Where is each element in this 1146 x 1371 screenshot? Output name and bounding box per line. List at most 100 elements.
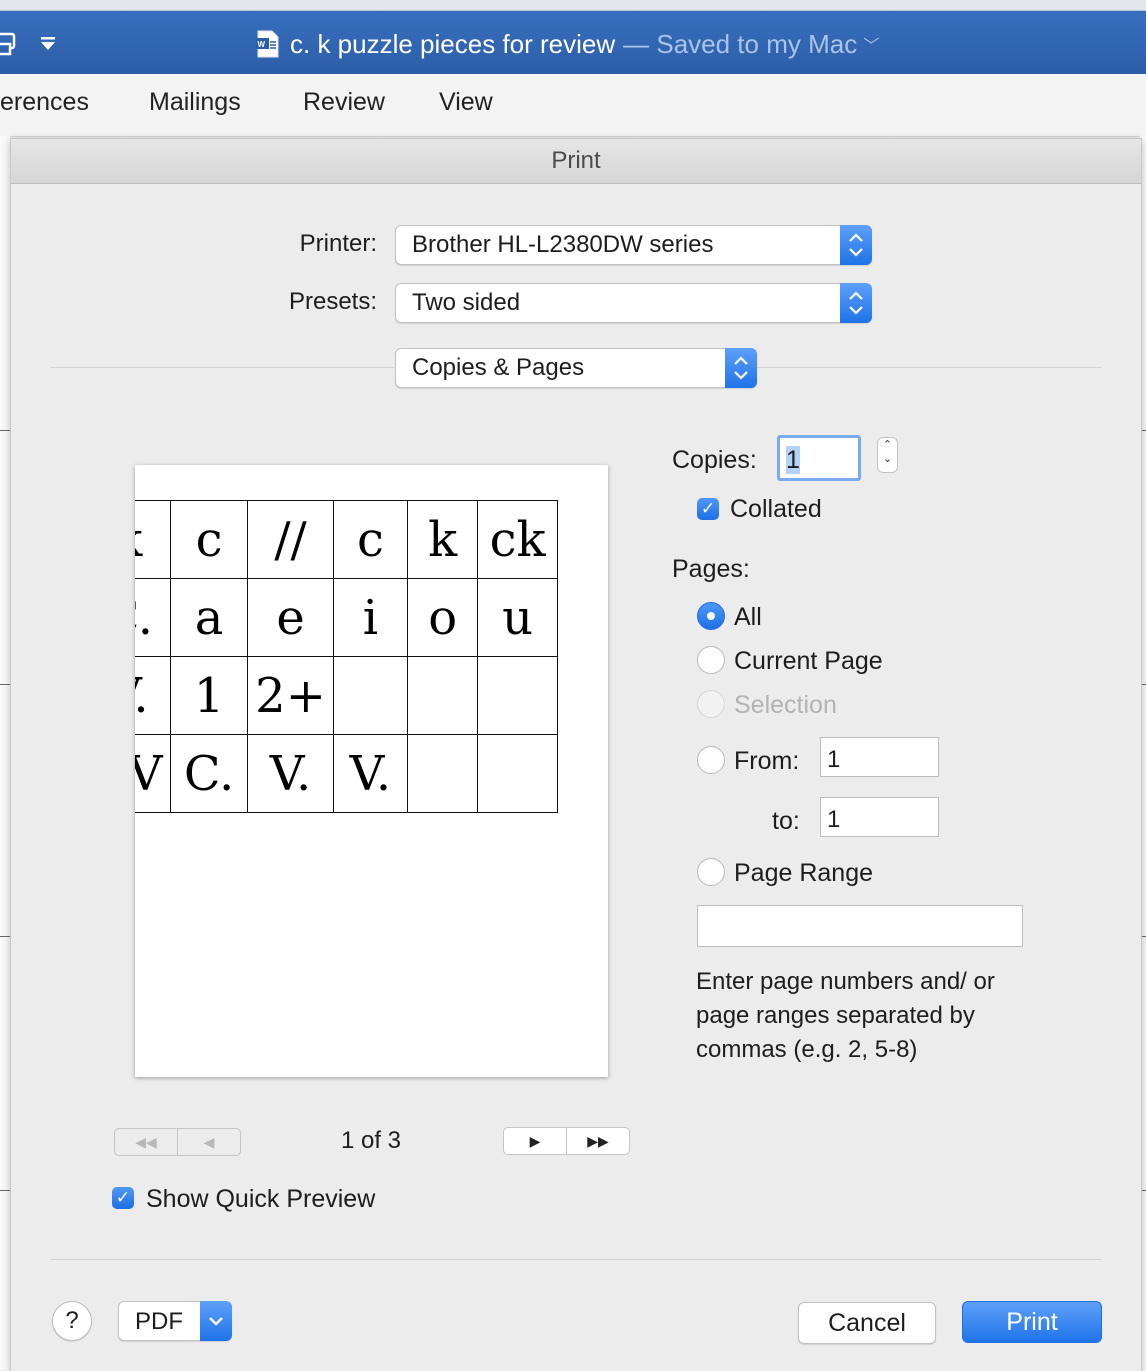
grid-cell: a: [169, 578, 249, 657]
pages-current-label: Current Page: [734, 647, 883, 675]
page-range-help-text: Enter page numbers and/ or page ranges s…: [696, 968, 995, 1063]
word-document-icon: W: [256, 30, 279, 58]
table-row: VV C. V. V.: [135, 734, 558, 813]
grid-cell: [477, 656, 558, 735]
menu-bar-strip: [0, 0, 1146, 11]
popup-arrows-icon: [840, 283, 872, 323]
pages-range-radio[interactable]: [697, 858, 725, 886]
presets-label: Presets:: [288, 288, 377, 315]
table-row: k c // c k ck: [135, 500, 558, 579]
grid-cell: o: [407, 578, 479, 657]
pages-selection-radio: [697, 690, 725, 718]
document-rule: [0, 430, 10, 431]
presets-popup[interactable]: Two sided: [395, 283, 872, 323]
print-icon[interactable]: [0, 30, 18, 56]
grid-cell: i: [332, 578, 409, 657]
grid-cell: C.: [169, 734, 249, 813]
first-page-button[interactable]: ◀◀: [115, 1129, 177, 1155]
pages-to-label: to:: [772, 807, 800, 835]
pages-current-radio[interactable]: [697, 646, 725, 674]
section-value: Copies & Pages: [412, 354, 585, 381]
popup-arrows-icon: [840, 225, 872, 265]
grid-cell: 2+: [247, 656, 334, 735]
grid-cell: VV: [135, 734, 171, 813]
pages-all-radio[interactable]: [697, 602, 725, 630]
cancel-button[interactable]: Cancel: [798, 1302, 936, 1344]
save-status[interactable]: — Saved to my Mac: [623, 29, 857, 60]
next-page-button[interactable]: ▶: [504, 1128, 566, 1154]
previous-page-button[interactable]: ◀: [177, 1129, 240, 1155]
pages-range-label: Page Range: [734, 859, 874, 887]
print-dialog: Print Printer: Brother HL-L2380DW series…: [10, 138, 1142, 1371]
grid-cell: [332, 656, 409, 735]
document-name: c. k puzzle pieces for review: [290, 28, 616, 59]
grid-cell: u: [477, 578, 558, 657]
section-popup[interactable]: Copies & Pages: [395, 348, 757, 388]
show-quick-preview-checkbox[interactable]: ✓: [112, 1187, 134, 1209]
grid-cell: c: [169, 500, 249, 579]
popup-arrows-icon: [725, 348, 757, 388]
grid-cell: c: [332, 500, 409, 579]
ribbon-tabs: erences Mailings Review View: [0, 74, 1146, 137]
preview-puzzle-grid: k c // c k ck C. a e i o u V. 1 2+: [135, 500, 558, 813]
customize-toolbar-icon[interactable]: [38, 36, 58, 52]
grid-cell: k: [407, 500, 479, 579]
pages-from-radio[interactable]: [697, 746, 725, 774]
preview-back-controls: ◀◀ ◀: [114, 1128, 241, 1156]
document-title-area: W c. k puzzle pieces for review — Saved …: [256, 24, 879, 64]
print-button[interactable]: Print: [962, 1301, 1102, 1343]
show-quick-preview-label: Show Quick Preview: [146, 1185, 376, 1213]
grid-cell: [407, 734, 479, 813]
print-dialog-title: Print: [11, 139, 1141, 184]
grid-cell: ck: [477, 500, 558, 579]
pages-from-label: From:: [734, 747, 800, 775]
printer-popup[interactable]: Brother HL-L2380DW series: [395, 225, 872, 265]
presets-value: Two sided: [412, 289, 521, 316]
to-page-field[interactable]: 1: [820, 797, 939, 837]
svg-text:W: W: [258, 40, 266, 49]
print-preview-page: k c // c k ck C. a e i o u V. 1 2+: [135, 465, 608, 1077]
copies-label: Copies:: [672, 446, 757, 474]
document-background-left: [0, 136, 10, 1370]
window-titlebar: W c. k puzzle pieces for review — Saved …: [0, 0, 1146, 74]
pdf-menu-button[interactable]: PDF: [118, 1301, 232, 1341]
chevron-down-icon[interactable]: [200, 1301, 232, 1341]
grid-cell: V.: [247, 734, 334, 813]
printer-label: Printer:: [299, 230, 377, 257]
pages-selection-label: Selection: [734, 691, 837, 719]
document-rule: [0, 684, 10, 685]
copies-stepper[interactable]: ⌃ ⌄: [877, 437, 898, 473]
grid-cell: V.: [135, 656, 171, 735]
tab-references[interactable]: erences: [0, 88, 89, 117]
table-row: C. a e i o u: [135, 578, 558, 657]
grid-cell: //: [247, 500, 334, 579]
footer-separator: [51, 1259, 1101, 1260]
tab-mailings[interactable]: Mailings: [149, 88, 241, 117]
pages-all-label: All: [734, 603, 762, 631]
document-rule: [0, 1190, 10, 1191]
document-rule: [0, 936, 10, 937]
tab-review[interactable]: Review: [303, 88, 385, 117]
last-page-button[interactable]: ▶▶: [566, 1128, 629, 1154]
grid-cell: C.: [135, 578, 171, 657]
collated-checkbox[interactable]: ✓: [697, 498, 719, 520]
grid-cell: e: [247, 578, 334, 657]
grid-cell: 1: [169, 656, 249, 735]
printer-value: Brother HL-L2380DW series: [412, 231, 714, 258]
grid-cell: [407, 656, 479, 735]
page-range-field[interactable]: [697, 905, 1023, 947]
pages-label: Pages:: [672, 555, 750, 583]
pdf-label: PDF: [135, 1308, 183, 1335]
preview-forward-controls: ▶ ▶▶: [503, 1127, 630, 1155]
page-counter: 1 of 3: [340, 1127, 402, 1154]
grid-cell: [477, 734, 558, 813]
tab-view[interactable]: View: [439, 88, 493, 117]
copies-value: 1: [786, 446, 800, 474]
grid-cell: k: [135, 500, 171, 579]
table-row: V. 1 2+: [135, 656, 558, 735]
help-button[interactable]: ?: [52, 1301, 92, 1341]
copies-field[interactable]: 1: [777, 435, 861, 481]
grid-cell: V.: [332, 734, 409, 813]
chevron-down-icon[interactable]: ﹀: [863, 32, 879, 56]
from-page-field[interactable]: 1: [820, 737, 939, 777]
